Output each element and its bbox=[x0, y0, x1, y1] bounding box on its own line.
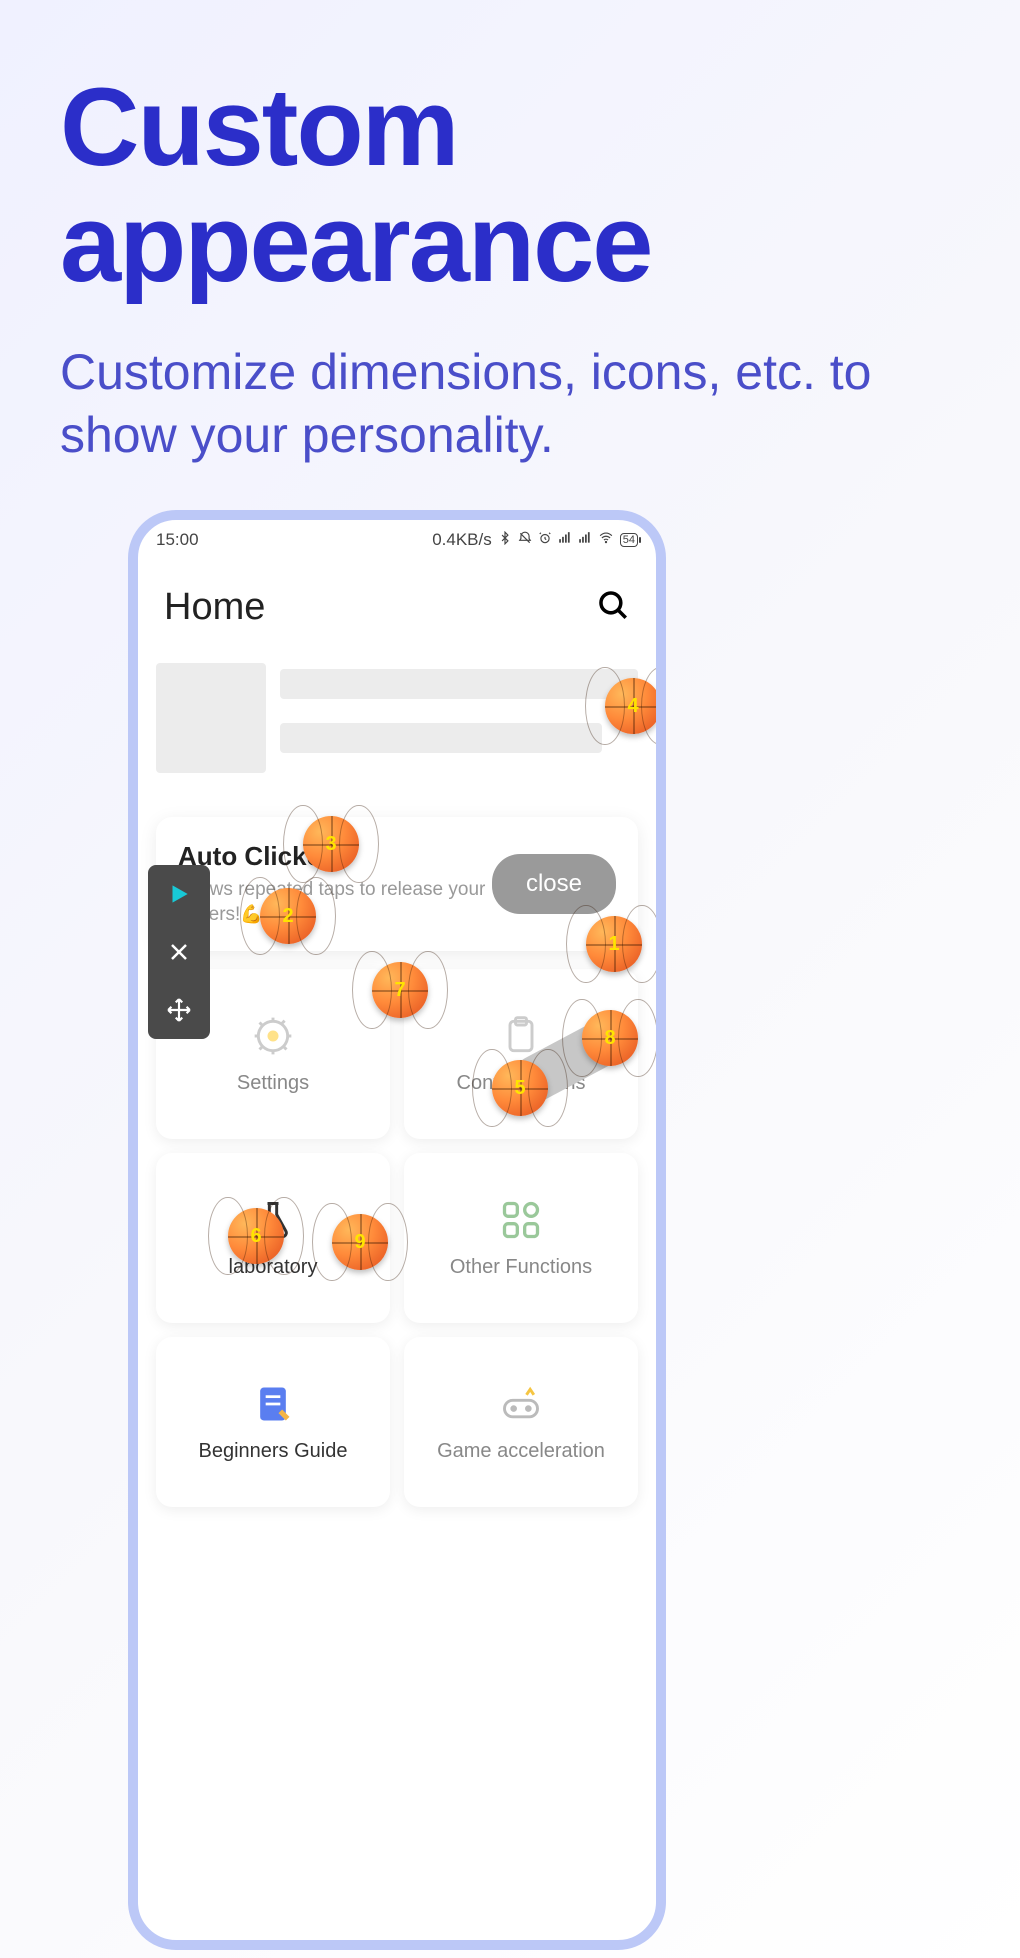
hero-title: Custom appearance bbox=[60, 70, 960, 301]
page-header: Home bbox=[138, 556, 656, 649]
play-icon[interactable] bbox=[164, 879, 194, 909]
battery-icon: 54 bbox=[620, 533, 638, 547]
status-bar: 15:00 0.4KB/s 54 bbox=[138, 520, 656, 556]
tile-game-acceleration[interactable]: Game acceleration bbox=[404, 1337, 638, 1507]
hero-title-line2: appearance bbox=[60, 182, 651, 305]
tap-marker-2[interactable]: 2 bbox=[260, 888, 316, 944]
hero-subtitle: Customize dimensions, icons, etc. to sho… bbox=[60, 341, 960, 466]
placeholder-line bbox=[280, 723, 602, 753]
close-icon[interactable] bbox=[164, 937, 194, 967]
page-title: Home bbox=[164, 586, 265, 629]
search-icon[interactable] bbox=[596, 588, 630, 627]
placeholder-line bbox=[280, 669, 638, 699]
tap-marker-3[interactable]: 3 bbox=[303, 816, 359, 872]
tap-marker-5[interactable]: 5 bbox=[492, 1060, 548, 1116]
status-net-speed: 0.4KB/s bbox=[432, 530, 492, 550]
apps-icon bbox=[499, 1198, 543, 1242]
hero-title-line1: Custom bbox=[60, 66, 457, 189]
control-panel[interactable] bbox=[148, 865, 210, 1039]
tile-beginners-guide[interactable]: Beginners Guide bbox=[156, 1337, 390, 1507]
tile-other-functions[interactable]: Other Functions bbox=[404, 1153, 638, 1323]
placeholder-thumb bbox=[156, 663, 266, 773]
placeholder-lines bbox=[280, 663, 638, 773]
tile-label: Other Functions bbox=[450, 1256, 592, 1279]
tap-marker-8[interactable]: 8 bbox=[582, 1010, 638, 1066]
tile-label: Settings bbox=[237, 1072, 309, 1095]
tap-marker-7[interactable]: 7 bbox=[372, 962, 428, 1018]
status-right: 0.4KB/s 54 bbox=[432, 530, 638, 550]
tap-marker-1[interactable]: 1 bbox=[586, 916, 642, 972]
phone-frame: 15:00 0.4KB/s 54 bbox=[128, 510, 666, 1950]
move-icon[interactable] bbox=[164, 995, 194, 1025]
tile-label: Game acceleration bbox=[437, 1440, 605, 1463]
bluetooth-icon bbox=[498, 530, 512, 550]
close-button[interactable]: close bbox=[492, 854, 616, 914]
tile-label: Beginners Guide bbox=[199, 1440, 348, 1463]
placeholder-content bbox=[138, 649, 656, 777]
signal-icon-2 bbox=[578, 530, 592, 550]
gear-icon bbox=[251, 1014, 295, 1058]
mute-icon bbox=[518, 530, 532, 550]
promo-card: Auto Clicker Allows repeated taps to rel… bbox=[156, 817, 638, 951]
gamepad-icon bbox=[499, 1382, 543, 1426]
notes-icon bbox=[251, 1382, 295, 1426]
tap-marker-6[interactable]: 6 bbox=[228, 1208, 284, 1264]
signal-icon bbox=[558, 530, 572, 550]
status-time: 15:00 bbox=[156, 530, 199, 550]
alarm-icon bbox=[538, 530, 552, 550]
hero-header: Custom appearance Customize dimensions, … bbox=[0, 0, 1020, 486]
wifi-icon bbox=[598, 530, 614, 550]
tap-marker-4[interactable]: 4 bbox=[605, 678, 661, 734]
tap-marker-9[interactable]: 9 bbox=[332, 1214, 388, 1270]
